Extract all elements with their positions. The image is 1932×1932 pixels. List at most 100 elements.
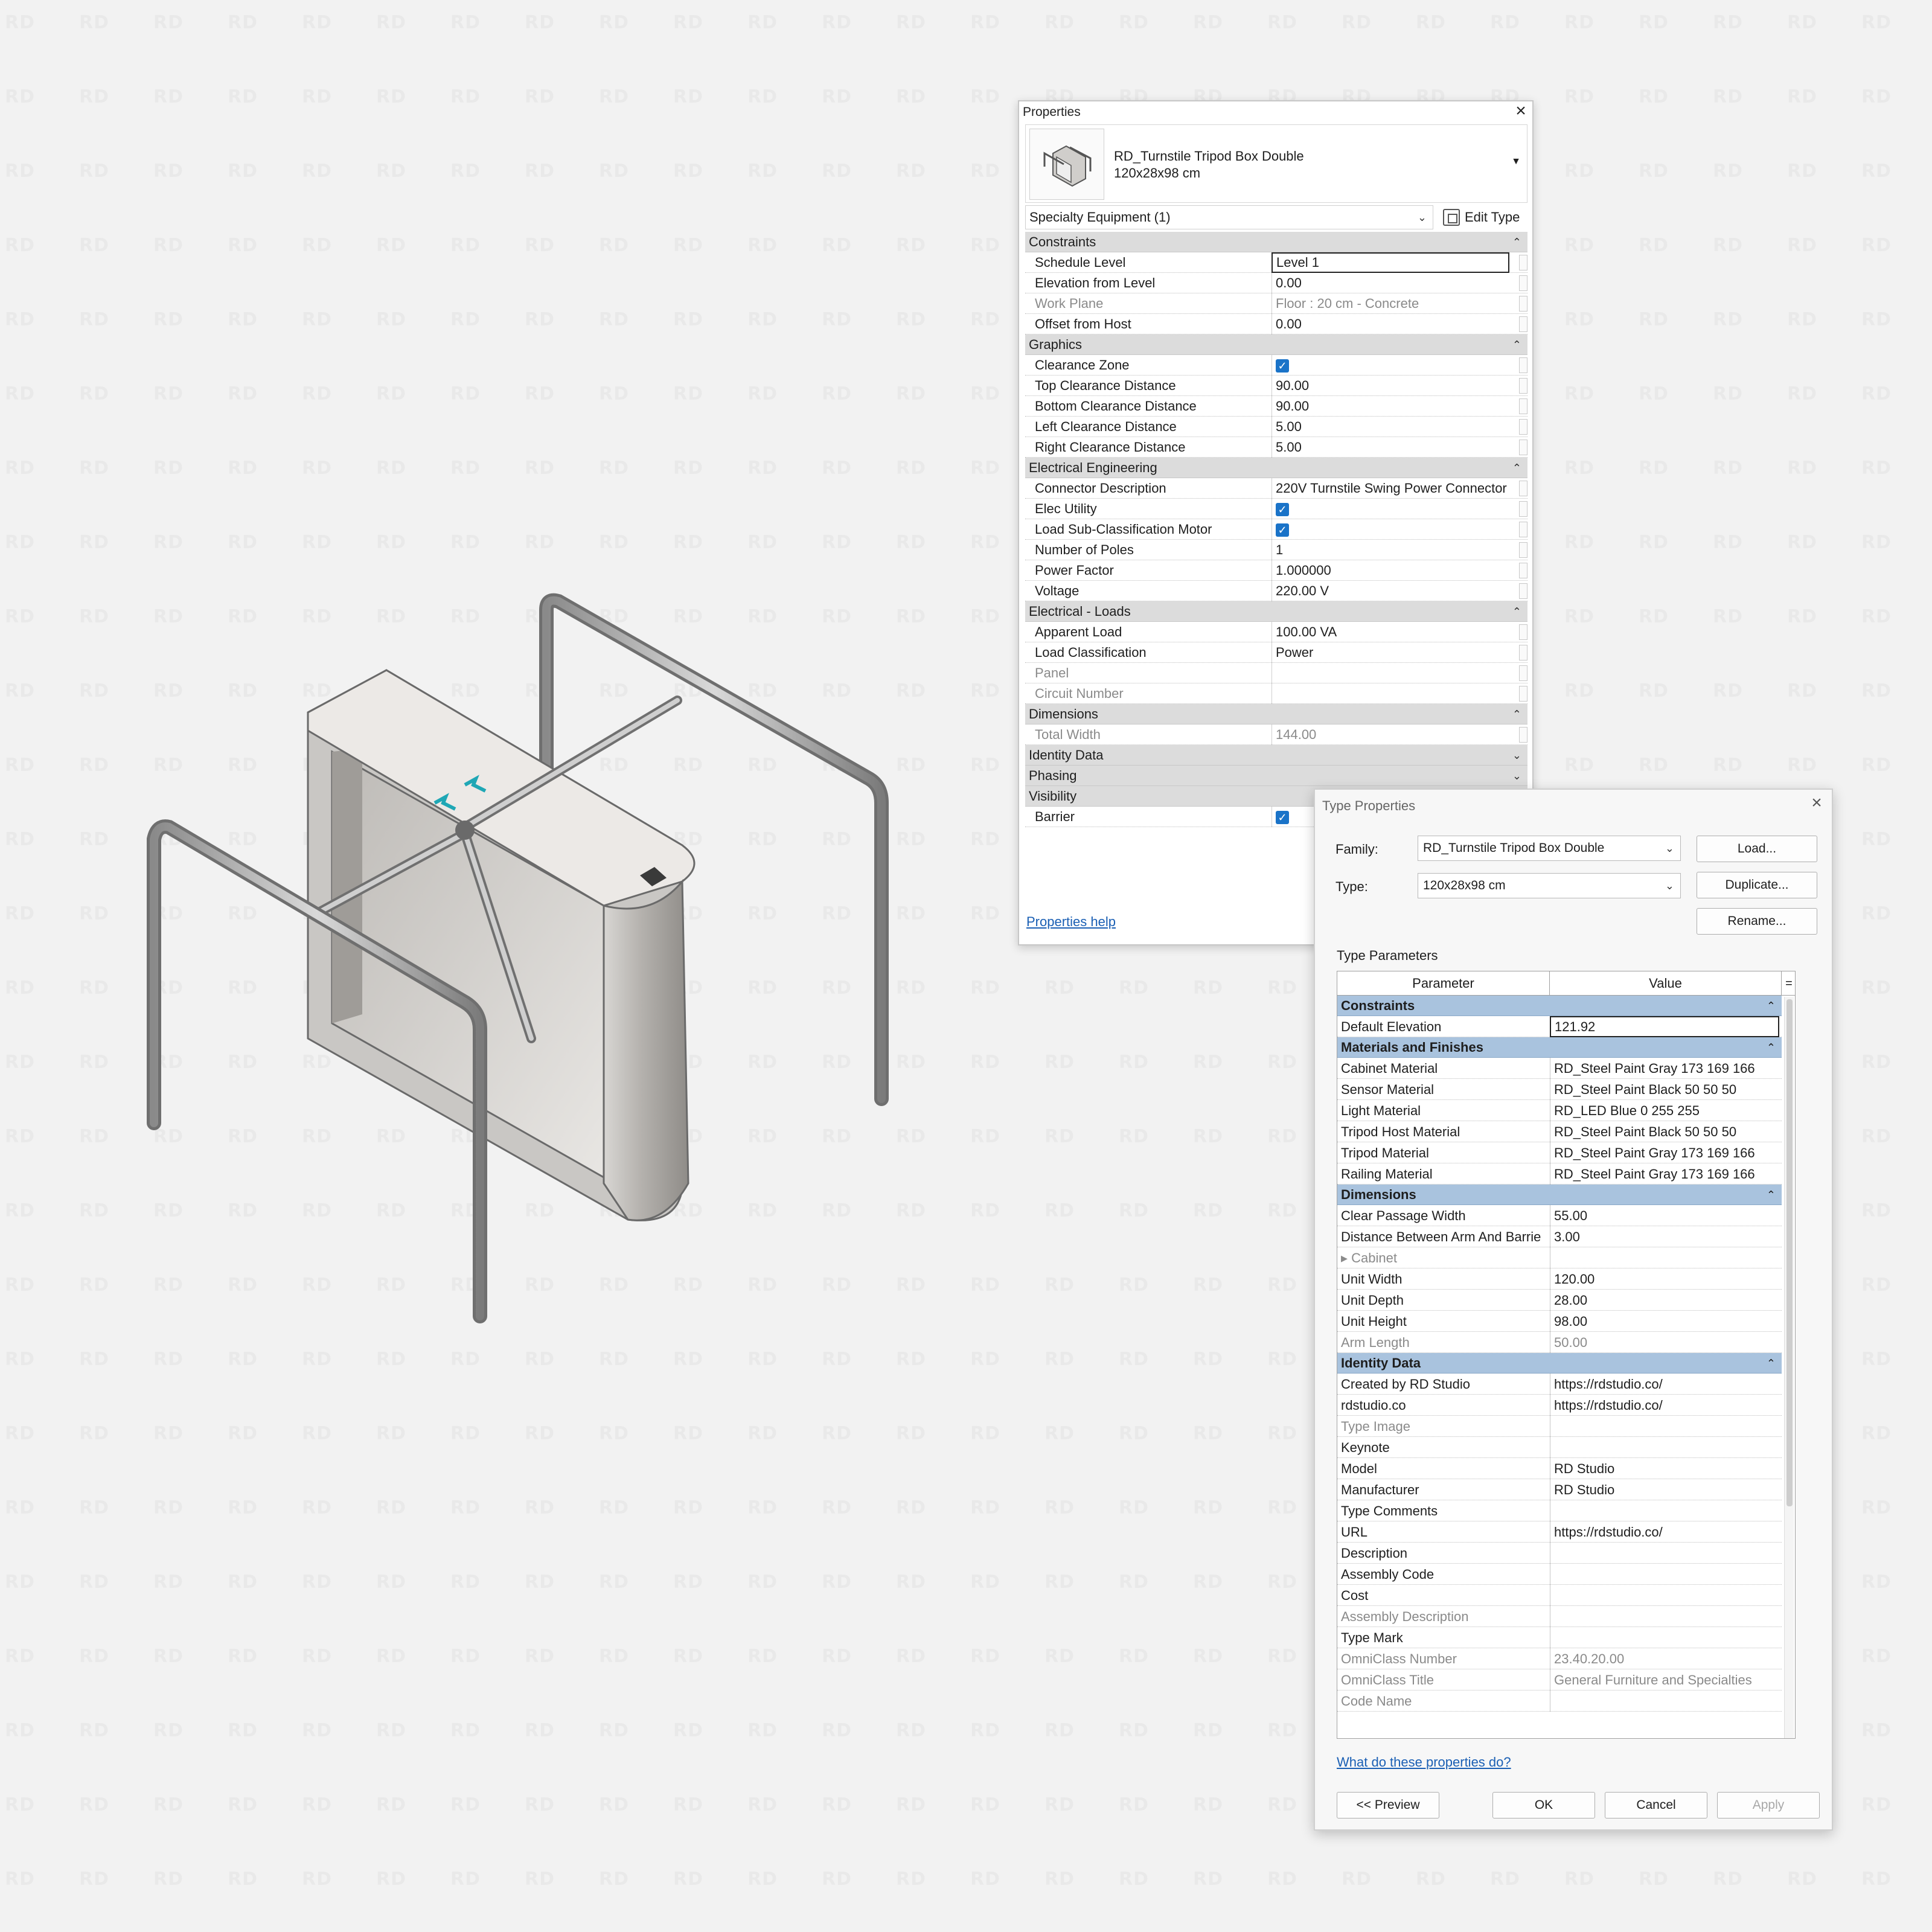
- parameter-value[interactable]: RD Studio: [1550, 1479, 1782, 1500]
- associate-parameter-button[interactable]: [1519, 316, 1527, 332]
- parameter-value[interactable]: 50.00: [1550, 1332, 1782, 1353]
- associate-parameter-button[interactable]: [1519, 727, 1527, 743]
- parameter-value[interactable]: 23.40.20.00: [1550, 1648, 1782, 1669]
- parameter-value[interactable]: RD_Steel Paint Black 50 50 50: [1550, 1121, 1782, 1142]
- group-header[interactable]: Identity Data ⌃: [1337, 1353, 1782, 1374]
- associate-parameter-button[interactable]: [1519, 686, 1527, 702]
- parameter-value[interactable]: 121.92: [1550, 1016, 1779, 1037]
- parameter-value[interactable]: https://rdstudio.co/: [1550, 1521, 1782, 1543]
- group-header[interactable]: Dimensions ⌃: [1337, 1185, 1782, 1205]
- parameter-value[interactable]: 98.00: [1550, 1311, 1782, 1332]
- property-value[interactable]: 220V Turnstile Swing Power Connector: [1271, 478, 1509, 499]
- parameter-value[interactable]: [1550, 1585, 1782, 1606]
- collapse-icon[interactable]: ⌃: [1767, 1037, 1776, 1058]
- property-value[interactable]: 144.00: [1271, 724, 1509, 745]
- parameter-value[interactable]: https://rdstudio.co/: [1550, 1395, 1782, 1416]
- associate-parameter-button[interactable]: [1519, 501, 1527, 517]
- associate-parameter-button[interactable]: [1519, 583, 1527, 599]
- group-header[interactable]: Phasing ⌄: [1025, 766, 1527, 786]
- parameter-value[interactable]: [1550, 1500, 1782, 1521]
- parameter-value[interactable]: [1550, 1437, 1782, 1458]
- property-value[interactable]: [1271, 683, 1509, 704]
- properties-help-link[interactable]: Properties help: [1026, 914, 1116, 930]
- associate-parameter-button[interactable]: [1519, 357, 1527, 373]
- parameter-value[interactable]: RD_LED Blue 0 255 255: [1550, 1100, 1782, 1121]
- associate-parameter-button[interactable]: [1519, 542, 1527, 558]
- group-header[interactable]: Electrical - Loads ⌃: [1025, 601, 1527, 622]
- scrollbar-thumb[interactable]: [1786, 999, 1793, 1506]
- expand-icon[interactable]: ⌄: [1512, 745, 1521, 766]
- property-value[interactable]: Level 1: [1271, 252, 1509, 273]
- associate-parameter-button[interactable]: [1519, 522, 1527, 537]
- type-select[interactable]: 120x28x98 cm ⌄: [1418, 873, 1681, 898]
- property-value[interactable]: ✓: [1271, 355, 1509, 376]
- group-header[interactable]: Constraints ⌃: [1025, 232, 1527, 252]
- group-header[interactable]: Graphics ⌃: [1025, 334, 1527, 355]
- associate-parameter-button[interactable]: [1519, 440, 1527, 455]
- associate-parameter-button[interactable]: [1519, 645, 1527, 661]
- property-value[interactable]: [1271, 663, 1509, 683]
- group-header[interactable]: Electrical Engineering ⌃: [1025, 458, 1527, 478]
- category-filter-select[interactable]: Specialty Equipment (1) ⌄: [1025, 205, 1433, 229]
- property-value[interactable]: 5.00: [1271, 437, 1509, 458]
- group-header[interactable]: Identity Data ⌄: [1025, 745, 1527, 766]
- group-header[interactable]: Dimensions ⌃: [1025, 704, 1527, 724]
- associate-parameter-button[interactable]: [1519, 563, 1527, 578]
- parameter-value[interactable]: [1550, 1564, 1782, 1585]
- load-button[interactable]: Load...: [1697, 836, 1817, 862]
- parameter-value[interactable]: [1550, 1543, 1782, 1564]
- collapse-icon[interactable]: ⌃: [1767, 1185, 1776, 1205]
- parameter-value[interactable]: RD Studio: [1550, 1458, 1782, 1479]
- checkbox-checked-icon[interactable]: ✓: [1276, 523, 1289, 537]
- apply-button[interactable]: Apply: [1717, 1792, 1820, 1818]
- parameter-value[interactable]: General Furniture and Specialties: [1550, 1669, 1782, 1690]
- close-icon[interactable]: ×: [1808, 794, 1826, 813]
- parameter-value[interactable]: https://rdstudio.co/: [1550, 1374, 1782, 1395]
- column-header-value[interactable]: Value: [1550, 971, 1782, 996]
- collapse-icon[interactable]: ⌃: [1512, 458, 1521, 478]
- associate-parameter-button[interactable]: [1519, 378, 1527, 394]
- column-header-parameter[interactable]: Parameter: [1337, 971, 1550, 996]
- parameter-value[interactable]: [1550, 1247, 1782, 1268]
- associate-parameter-button[interactable]: [1519, 481, 1527, 496]
- rename-button[interactable]: Rename...: [1697, 908, 1817, 935]
- checkbox-checked-icon[interactable]: ✓: [1276, 359, 1289, 373]
- cancel-button[interactable]: Cancel: [1605, 1792, 1707, 1818]
- parameter-value[interactable]: [1550, 1690, 1782, 1712]
- close-icon[interactable]: ×: [1512, 102, 1530, 121]
- parameter-value[interactable]: 28.00: [1550, 1290, 1782, 1311]
- parameter-value[interactable]: RD_Steel Paint Gray 173 169 166: [1550, 1058, 1782, 1079]
- family-select[interactable]: RD_Turnstile Tripod Box Double ⌄: [1418, 836, 1681, 861]
- preview-button[interactable]: << Preview: [1337, 1792, 1439, 1818]
- associate-parameter-button[interactable]: [1519, 398, 1527, 414]
- property-value[interactable]: Power: [1271, 642, 1509, 663]
- ok-button[interactable]: OK: [1492, 1792, 1595, 1818]
- edit-type-button[interactable]: Edit Type: [1441, 205, 1527, 229]
- type-selector[interactable]: RD_Turnstile Tripod Box Double 120x28x98…: [1025, 124, 1527, 203]
- property-value[interactable]: 220.00 V: [1271, 581, 1509, 601]
- associate-parameter-button[interactable]: [1519, 419, 1527, 435]
- associate-parameter-button[interactable]: [1519, 624, 1527, 640]
- duplicate-button[interactable]: Duplicate...: [1697, 872, 1817, 898]
- parameter-value[interactable]: RD_Steel Paint Gray 173 169 166: [1550, 1163, 1782, 1185]
- parameter-value[interactable]: [1550, 1627, 1782, 1648]
- chevron-down-icon[interactable]: ▼: [1511, 156, 1521, 167]
- associate-parameter-button[interactable]: [1519, 255, 1527, 270]
- parameter-value[interactable]: [1550, 1416, 1782, 1437]
- checkbox-checked-icon[interactable]: ✓: [1276, 503, 1289, 516]
- associate-parameter-button[interactable]: [1519, 296, 1527, 312]
- property-value[interactable]: ✓: [1271, 519, 1509, 540]
- parameter-value[interactable]: 120.00: [1550, 1268, 1782, 1290]
- parameter-value[interactable]: [1550, 1606, 1782, 1627]
- group-header[interactable]: Constraints ⌃: [1337, 996, 1782, 1016]
- collapse-icon[interactable]: ⌃: [1767, 1353, 1776, 1374]
- vertical-scrollbar[interactable]: [1784, 997, 1794, 1738]
- collapse-icon[interactable]: ⌃: [1512, 601, 1521, 622]
- parameter-value[interactable]: RD_Steel Paint Black 50 50 50: [1550, 1079, 1782, 1100]
- group-header[interactable]: Materials and Finishes ⌃: [1337, 1037, 1782, 1058]
- parameter-value[interactable]: 3.00: [1550, 1226, 1782, 1247]
- collapse-icon[interactable]: ⌃: [1512, 232, 1521, 252]
- column-header-formula[interactable]: =: [1782, 971, 1795, 996]
- parameter-value[interactable]: RD_Steel Paint Gray 173 169 166: [1550, 1142, 1782, 1163]
- associate-parameter-button[interactable]: [1519, 275, 1527, 291]
